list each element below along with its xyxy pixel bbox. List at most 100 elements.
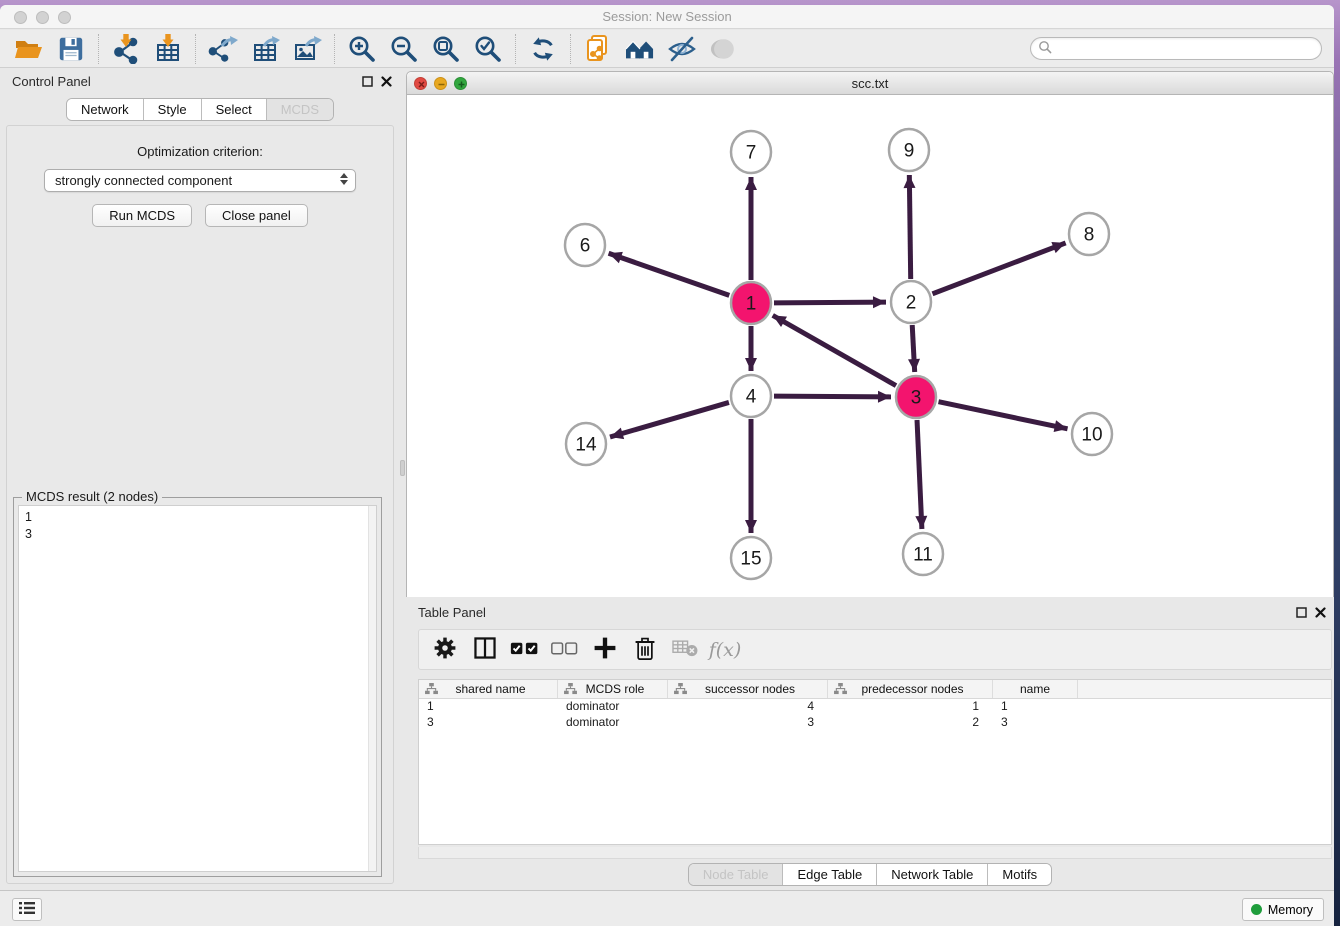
settings-icon bbox=[432, 635, 458, 664]
export-network-button[interactable] bbox=[202, 33, 244, 65]
deselect-all-button[interactable] bbox=[547, 634, 583, 666]
memory-button[interactable]: Memory bbox=[1242, 898, 1324, 921]
cell-MCDS-role[interactable]: dominator bbox=[558, 699, 668, 715]
column-header-name[interactable]: name bbox=[993, 680, 1078, 698]
edge-3-10[interactable] bbox=[939, 402, 1068, 429]
network-title: scc.txt bbox=[407, 76, 1333, 91]
cell-shared-name[interactable]: 1 bbox=[419, 699, 558, 715]
edge-2-9[interactable] bbox=[909, 175, 910, 279]
node-6[interactable]: 6 bbox=[565, 224, 605, 266]
search-input[interactable] bbox=[1052, 39, 1321, 58]
hide-selected-button[interactable] bbox=[661, 33, 703, 65]
zoom-fit-button[interactable] bbox=[425, 33, 467, 65]
edge-2-3[interactable] bbox=[912, 325, 914, 372]
node-10[interactable]: 10 bbox=[1072, 413, 1112, 455]
add-row-button[interactable] bbox=[587, 634, 623, 666]
toolbar-divider bbox=[334, 34, 335, 64]
show-hidden-button bbox=[703, 33, 745, 65]
table-row[interactable]: 3dominator323 bbox=[419, 715, 1331, 731]
zoom-selected-button[interactable] bbox=[467, 33, 509, 65]
table-toolbar: f(x) bbox=[418, 629, 1332, 670]
node-15[interactable]: 15 bbox=[731, 537, 771, 579]
export-table-button[interactable] bbox=[244, 33, 286, 65]
node-11[interactable]: 11 bbox=[903, 533, 943, 575]
edge-3-1[interactable] bbox=[773, 315, 896, 385]
tab-edge-table[interactable]: Edge Table bbox=[783, 864, 877, 885]
home-button[interactable] bbox=[619, 33, 661, 65]
node-label: 10 bbox=[1081, 425, 1102, 446]
cell-predecessor-nodes[interactable]: 1 bbox=[828, 699, 993, 715]
select-all-button[interactable] bbox=[507, 634, 543, 666]
import-table-button[interactable] bbox=[147, 33, 189, 65]
zoom-in-button[interactable] bbox=[341, 33, 383, 65]
edge-1-2[interactable] bbox=[774, 302, 886, 303]
delete-row-button[interactable] bbox=[627, 634, 663, 666]
network-canvas[interactable]: 7 9 6 8 1 2 4 3 14 10 15 11 bbox=[407, 95, 1333, 597]
node-2[interactable]: 2 bbox=[891, 281, 931, 323]
edge-4-14[interactable] bbox=[610, 402, 729, 437]
zoom-selected-icon bbox=[473, 34, 503, 64]
table-row[interactable]: 1dominator411 bbox=[419, 699, 1331, 715]
node-7[interactable]: 7 bbox=[731, 131, 771, 173]
column-header-predecessor-nodes[interactable]: predecessor nodes bbox=[828, 680, 993, 698]
mcds-result-textarea[interactable]: 1 3 bbox=[18, 505, 377, 872]
optimization-criterion-label: Optimization criterion: bbox=[7, 144, 393, 159]
cell-successor-nodes[interactable]: 4 bbox=[668, 699, 828, 715]
delete-table-button bbox=[667, 634, 703, 666]
save-button[interactable] bbox=[50, 33, 92, 65]
close-table-panel-icon[interactable] bbox=[1315, 606, 1326, 621]
table-scroll-area[interactable] bbox=[418, 847, 1332, 859]
column-header-shared-name[interactable]: shared name bbox=[419, 680, 558, 698]
columns-icon bbox=[472, 635, 498, 664]
import-network-button[interactable] bbox=[105, 33, 147, 65]
cell-shared-name[interactable]: 3 bbox=[419, 715, 558, 731]
node-14[interactable]: 14 bbox=[566, 423, 606, 465]
select-stepper-icon bbox=[340, 173, 348, 185]
node-1[interactable]: 1 bbox=[731, 282, 771, 324]
tab-mcds[interactable]: MCDS bbox=[267, 99, 333, 120]
tab-select[interactable]: Select bbox=[202, 99, 267, 120]
float-table-panel-icon[interactable] bbox=[1296, 606, 1307, 621]
vertical-splitter-handle[interactable] bbox=[400, 460, 405, 476]
optimization-criterion-select[interactable]: strongly connected component bbox=[44, 169, 356, 192]
zoom-out-button[interactable] bbox=[383, 33, 425, 65]
cell-name[interactable]: 1 bbox=[993, 699, 1078, 715]
tab-network-table[interactable]: Network Table bbox=[877, 864, 988, 885]
export-image-button[interactable] bbox=[286, 33, 328, 65]
column-header-label: MCDS role bbox=[586, 682, 645, 696]
control-panel-title: Control Panel bbox=[12, 74, 91, 89]
float-panel-icon[interactable] bbox=[362, 75, 373, 90]
open-button[interactable] bbox=[8, 33, 50, 65]
tab-style[interactable]: Style bbox=[144, 99, 202, 120]
cell-predecessor-nodes[interactable]: 2 bbox=[828, 715, 993, 731]
cell-successor-nodes[interactable]: 3 bbox=[668, 715, 828, 731]
node-4[interactable]: 4 bbox=[731, 375, 771, 417]
import-network-icon bbox=[111, 34, 141, 64]
node-3[interactable]: 3 bbox=[896, 376, 936, 418]
edge-4-3[interactable] bbox=[774, 396, 891, 397]
close-panel-button[interactable]: Close panel bbox=[205, 204, 308, 227]
column-header-MCDS-role[interactable]: MCDS role bbox=[558, 680, 668, 698]
network-from-selection-button[interactable] bbox=[577, 33, 619, 65]
refresh-button[interactable] bbox=[522, 33, 564, 65]
edge-1-6[interactable] bbox=[609, 253, 730, 295]
table-panel-title: Table Panel bbox=[418, 605, 486, 620]
close-panel-icon[interactable] bbox=[381, 75, 392, 90]
titlebar: Session: New Session bbox=[0, 5, 1334, 29]
tab-motifs[interactable]: Motifs bbox=[988, 864, 1051, 885]
edge-3-11[interactable] bbox=[917, 420, 922, 529]
search-box bbox=[1030, 37, 1322, 60]
tab-network[interactable]: Network bbox=[67, 99, 144, 120]
node-9[interactable]: 9 bbox=[889, 129, 929, 171]
cell-MCDS-role[interactable]: dominator bbox=[558, 715, 668, 731]
column-header-successor-nodes[interactable]: successor nodes bbox=[668, 680, 828, 698]
cell-name[interactable]: 3 bbox=[993, 715, 1078, 731]
settings-button[interactable] bbox=[427, 634, 463, 666]
result-scrollbar[interactable] bbox=[368, 506, 376, 871]
task-history-button[interactable] bbox=[12, 898, 42, 921]
columns-button[interactable] bbox=[467, 634, 503, 666]
run-mcds-button[interactable]: Run MCDS bbox=[92, 204, 192, 227]
tab-node-table[interactable]: Node Table bbox=[689, 864, 784, 885]
node-8[interactable]: 8 bbox=[1069, 213, 1109, 255]
edge-2-8[interactable] bbox=[932, 243, 1065, 294]
